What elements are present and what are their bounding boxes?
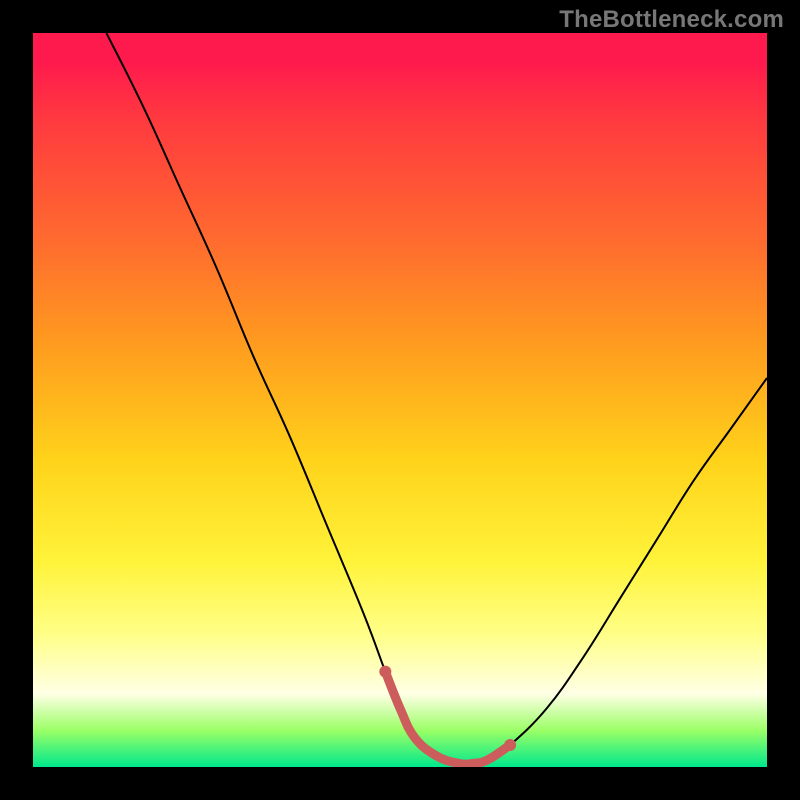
chart-frame: TheBottleneck.com — [0, 0, 800, 800]
highlight-endpoint — [379, 666, 391, 678]
highlight-segment — [385, 672, 510, 765]
watermark-text: TheBottleneck.com — [559, 6, 784, 34]
plot-svg — [33, 33, 767, 767]
curve-line — [106, 33, 767, 764]
plot-area — [33, 33, 767, 767]
highlight-endpoint — [504, 739, 516, 751]
